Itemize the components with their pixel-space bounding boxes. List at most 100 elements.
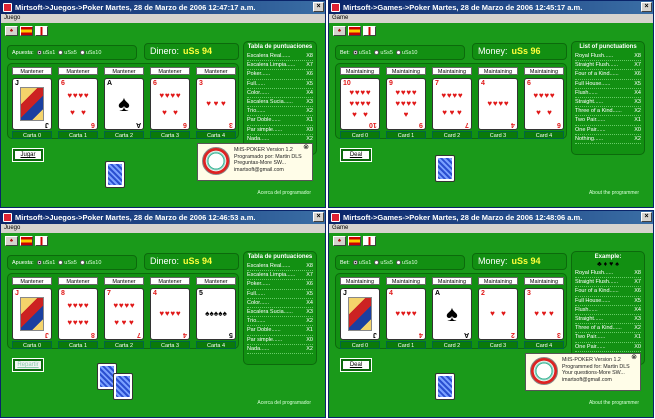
spanish-flag-icon[interactable] bbox=[20, 236, 33, 246]
playing-card-1[interactable]: 9 ♥ ♥ ♥ ♥ ♥ ♥ ♥ ♥ ♥ 9 bbox=[386, 78, 426, 130]
deal-button[interactable]: Repartir bbox=[12, 358, 44, 372]
hold-button-4[interactable]: Maintaining bbox=[524, 67, 564, 75]
bet-option-0[interactable]: uSs1 bbox=[352, 50, 371, 56]
poker-window-2: Mirtsoft->Juegos->Poker Martes, 28 de Ma… bbox=[0, 210, 326, 418]
bet-option-0[interactable]: uSs1 bbox=[36, 50, 55, 56]
playing-card-2[interactable]: 7 ♥ ♥ ♥ ♥ ♥ ♥ ♥ 7 bbox=[104, 288, 144, 340]
about-link[interactable]: About the programmer bbox=[589, 400, 639, 406]
bet-option-2[interactable]: uSs10 bbox=[79, 260, 101, 266]
suit-pip-icon: ♥ bbox=[406, 309, 412, 318]
playing-card-4[interactable]: 3 ♥ ♥ ♥ 3 bbox=[524, 288, 564, 340]
hold-button-1[interactable]: Mantener bbox=[58, 67, 98, 75]
spanish-flag-icon[interactable] bbox=[348, 26, 361, 36]
hold-button-3[interactable]: Mantener bbox=[150, 277, 190, 285]
spanish-flag-icon[interactable] bbox=[348, 236, 361, 246]
playing-card-3[interactable]: 2 ♥ ♥ 2 bbox=[478, 288, 518, 340]
window-titlebar[interactable]: Mirtsoft->Games->Poker Martes, 28 de Mar… bbox=[329, 1, 653, 14]
close-icon[interactable]: × bbox=[641, 212, 652, 222]
bet-option-2[interactable]: uSs10 bbox=[395, 260, 418, 266]
new-game-icon[interactable]: ♠ bbox=[333, 26, 346, 36]
hand-multiplier: X5 bbox=[306, 80, 313, 87]
english-flag-icon[interactable] bbox=[35, 26, 48, 36]
playing-card-0[interactable]: JJ bbox=[12, 288, 52, 340]
new-game-icon[interactable]: ♠ bbox=[5, 236, 18, 246]
playing-card-4[interactable]: 6 ♥ ♥ ♥ ♥ ♥ ♥ 6 bbox=[524, 78, 564, 130]
close-icon[interactable]: × bbox=[641, 2, 652, 12]
menu-game[interactable]: Juego bbox=[4, 15, 20, 21]
card-deck[interactable] bbox=[105, 161, 125, 188]
playing-card-3[interactable]: 6 ♥ ♥ ♥ ♥ ♥ ♥ 6 bbox=[150, 78, 190, 130]
bet-option-2[interactable]: uSs10 bbox=[395, 50, 418, 56]
bet-option-0[interactable]: uSs1 bbox=[36, 260, 55, 266]
close-icon[interactable]: ⊗ bbox=[303, 144, 309, 152]
close-icon[interactable]: ⊗ bbox=[631, 354, 637, 362]
hold-button-3[interactable]: Maintaining bbox=[478, 67, 518, 75]
playing-card-0[interactable]: JJ bbox=[12, 78, 52, 130]
bet-option-1[interactable]: uSs5 bbox=[58, 50, 77, 56]
menu-game[interactable]: Game bbox=[332, 15, 348, 21]
deal-button[interactable]: Jugar bbox=[12, 148, 44, 162]
card-deck[interactable] bbox=[113, 373, 133, 400]
poker-window-0: Mirtsoft->Juegos->Poker Martes, 28 de Ma… bbox=[0, 0, 326, 208]
close-icon[interactable]: × bbox=[313, 2, 324, 12]
hold-button-3[interactable]: Mantener bbox=[150, 67, 190, 75]
window-titlebar[interactable]: Mirtsoft->Juegos->Poker Martes, 28 de Ma… bbox=[1, 1, 325, 14]
bet-option-0[interactable]: uSs1 bbox=[352, 260, 371, 266]
window-titlebar[interactable]: Mirtsoft->Juegos->Poker Martes, 28 de Ma… bbox=[1, 211, 325, 224]
playing-card-2[interactable]: A ♠ A bbox=[104, 78, 144, 130]
playing-card-3[interactable]: 4 ♥ ♥ ♥ ♥ 4 bbox=[150, 288, 190, 340]
english-flag-icon[interactable] bbox=[35, 236, 48, 246]
english-flag-icon[interactable] bbox=[363, 236, 376, 246]
bet-option-1[interactable]: uSs5 bbox=[58, 260, 77, 266]
deal-button[interactable]: Deal bbox=[340, 148, 372, 162]
bet-option-2[interactable]: uSs10 bbox=[79, 50, 101, 56]
about-link[interactable]: About the programmer bbox=[589, 190, 639, 196]
about-link[interactable]: Acerca del programador bbox=[257, 400, 311, 406]
hold-button-0[interactable]: Maintaining bbox=[340, 277, 380, 285]
hold-button-4[interactable]: Maintaining bbox=[524, 277, 564, 285]
playing-card-0[interactable]: 10 ♥ ♥ ♥ ♥ ♥ ♥ ♥ ♥ ♥ ♥ 10 bbox=[340, 78, 380, 130]
menu-game[interactable]: Juego bbox=[4, 225, 20, 231]
hold-button-0[interactable]: Mantener bbox=[12, 277, 52, 285]
radio-icon bbox=[352, 50, 358, 55]
menu-game[interactable]: Game bbox=[332, 225, 348, 231]
about-link[interactable]: Acerca del programador bbox=[257, 190, 311, 196]
hold-button-1[interactable]: Maintaining bbox=[386, 277, 426, 285]
hold-button-1[interactable]: Maintaining bbox=[386, 67, 426, 75]
new-game-icon[interactable]: ♠ bbox=[333, 236, 346, 246]
hand-multiplier: X8 bbox=[306, 263, 313, 269]
playing-card-4[interactable]: 3 ♥ ♥ ♥ 3 bbox=[196, 78, 236, 130]
new-game-icon[interactable]: ♠ bbox=[5, 26, 18, 36]
card-deck[interactable] bbox=[435, 373, 455, 400]
hold-button-4[interactable]: Mantener bbox=[196, 67, 236, 75]
bet-option-1[interactable]: uSs5 bbox=[374, 50, 393, 56]
playing-card-3[interactable]: 4 ♥ ♥ ♥ ♥ 4 bbox=[478, 78, 518, 130]
playing-card-0[interactable]: JJ bbox=[340, 288, 380, 340]
hold-button-1[interactable]: Mantener bbox=[58, 277, 98, 285]
hold-button-0[interactable]: Mantener bbox=[12, 67, 52, 75]
hold-button-2[interactable]: Maintaining bbox=[432, 277, 472, 285]
hold-button-0[interactable]: Maintaining bbox=[340, 67, 380, 75]
hand-name: Four of a Kind...... bbox=[575, 288, 619, 295]
close-icon[interactable]: × bbox=[313, 212, 324, 222]
bet-option-1[interactable]: uSs5 bbox=[374, 260, 393, 266]
suit-pip-icon: ♥ bbox=[446, 90, 452, 100]
hold-button-2[interactable]: Maintaining bbox=[432, 67, 472, 75]
english-flag-icon[interactable] bbox=[363, 26, 376, 36]
card-deck[interactable] bbox=[435, 155, 455, 182]
playing-card-2[interactable]: 7 ♥ ♥ ♥ ♥ ♥ ♥ ♥ 7 bbox=[432, 78, 472, 130]
playing-card-2[interactable]: A ♠ A bbox=[432, 288, 472, 340]
window-titlebar[interactable]: Mirtsoft->Games->Poker Martes, 28 de Mar… bbox=[329, 211, 653, 224]
playing-card-4[interactable]: 5 ♠ ♠ ♠ ♠ ♠ 5 bbox=[196, 288, 236, 340]
playing-card-1[interactable]: 8 ♥ ♥ ♥ ♥ ♥ ♥ ♥ ♥ 8 bbox=[58, 288, 98, 340]
playing-card-1[interactable]: 6 ♥ ♥ ♥ ♥ ♥ ♥ 6 bbox=[58, 78, 98, 130]
hold-button-4[interactable]: Mantener bbox=[196, 277, 236, 285]
deal-button[interactable]: Deal bbox=[340, 358, 372, 372]
suit-pip-icon: ♥ bbox=[442, 107, 448, 117]
hold-button-2[interactable]: Mantener bbox=[104, 277, 144, 285]
hold-button-2[interactable]: Mantener bbox=[104, 67, 144, 75]
hold-button-3[interactable]: Maintaining bbox=[478, 277, 518, 285]
hand-name: Royal Flush...... bbox=[575, 270, 614, 276]
spanish-flag-icon[interactable] bbox=[20, 26, 33, 36]
playing-card-1[interactable]: 4 ♥ ♥ ♥ ♥ 4 bbox=[386, 288, 426, 340]
